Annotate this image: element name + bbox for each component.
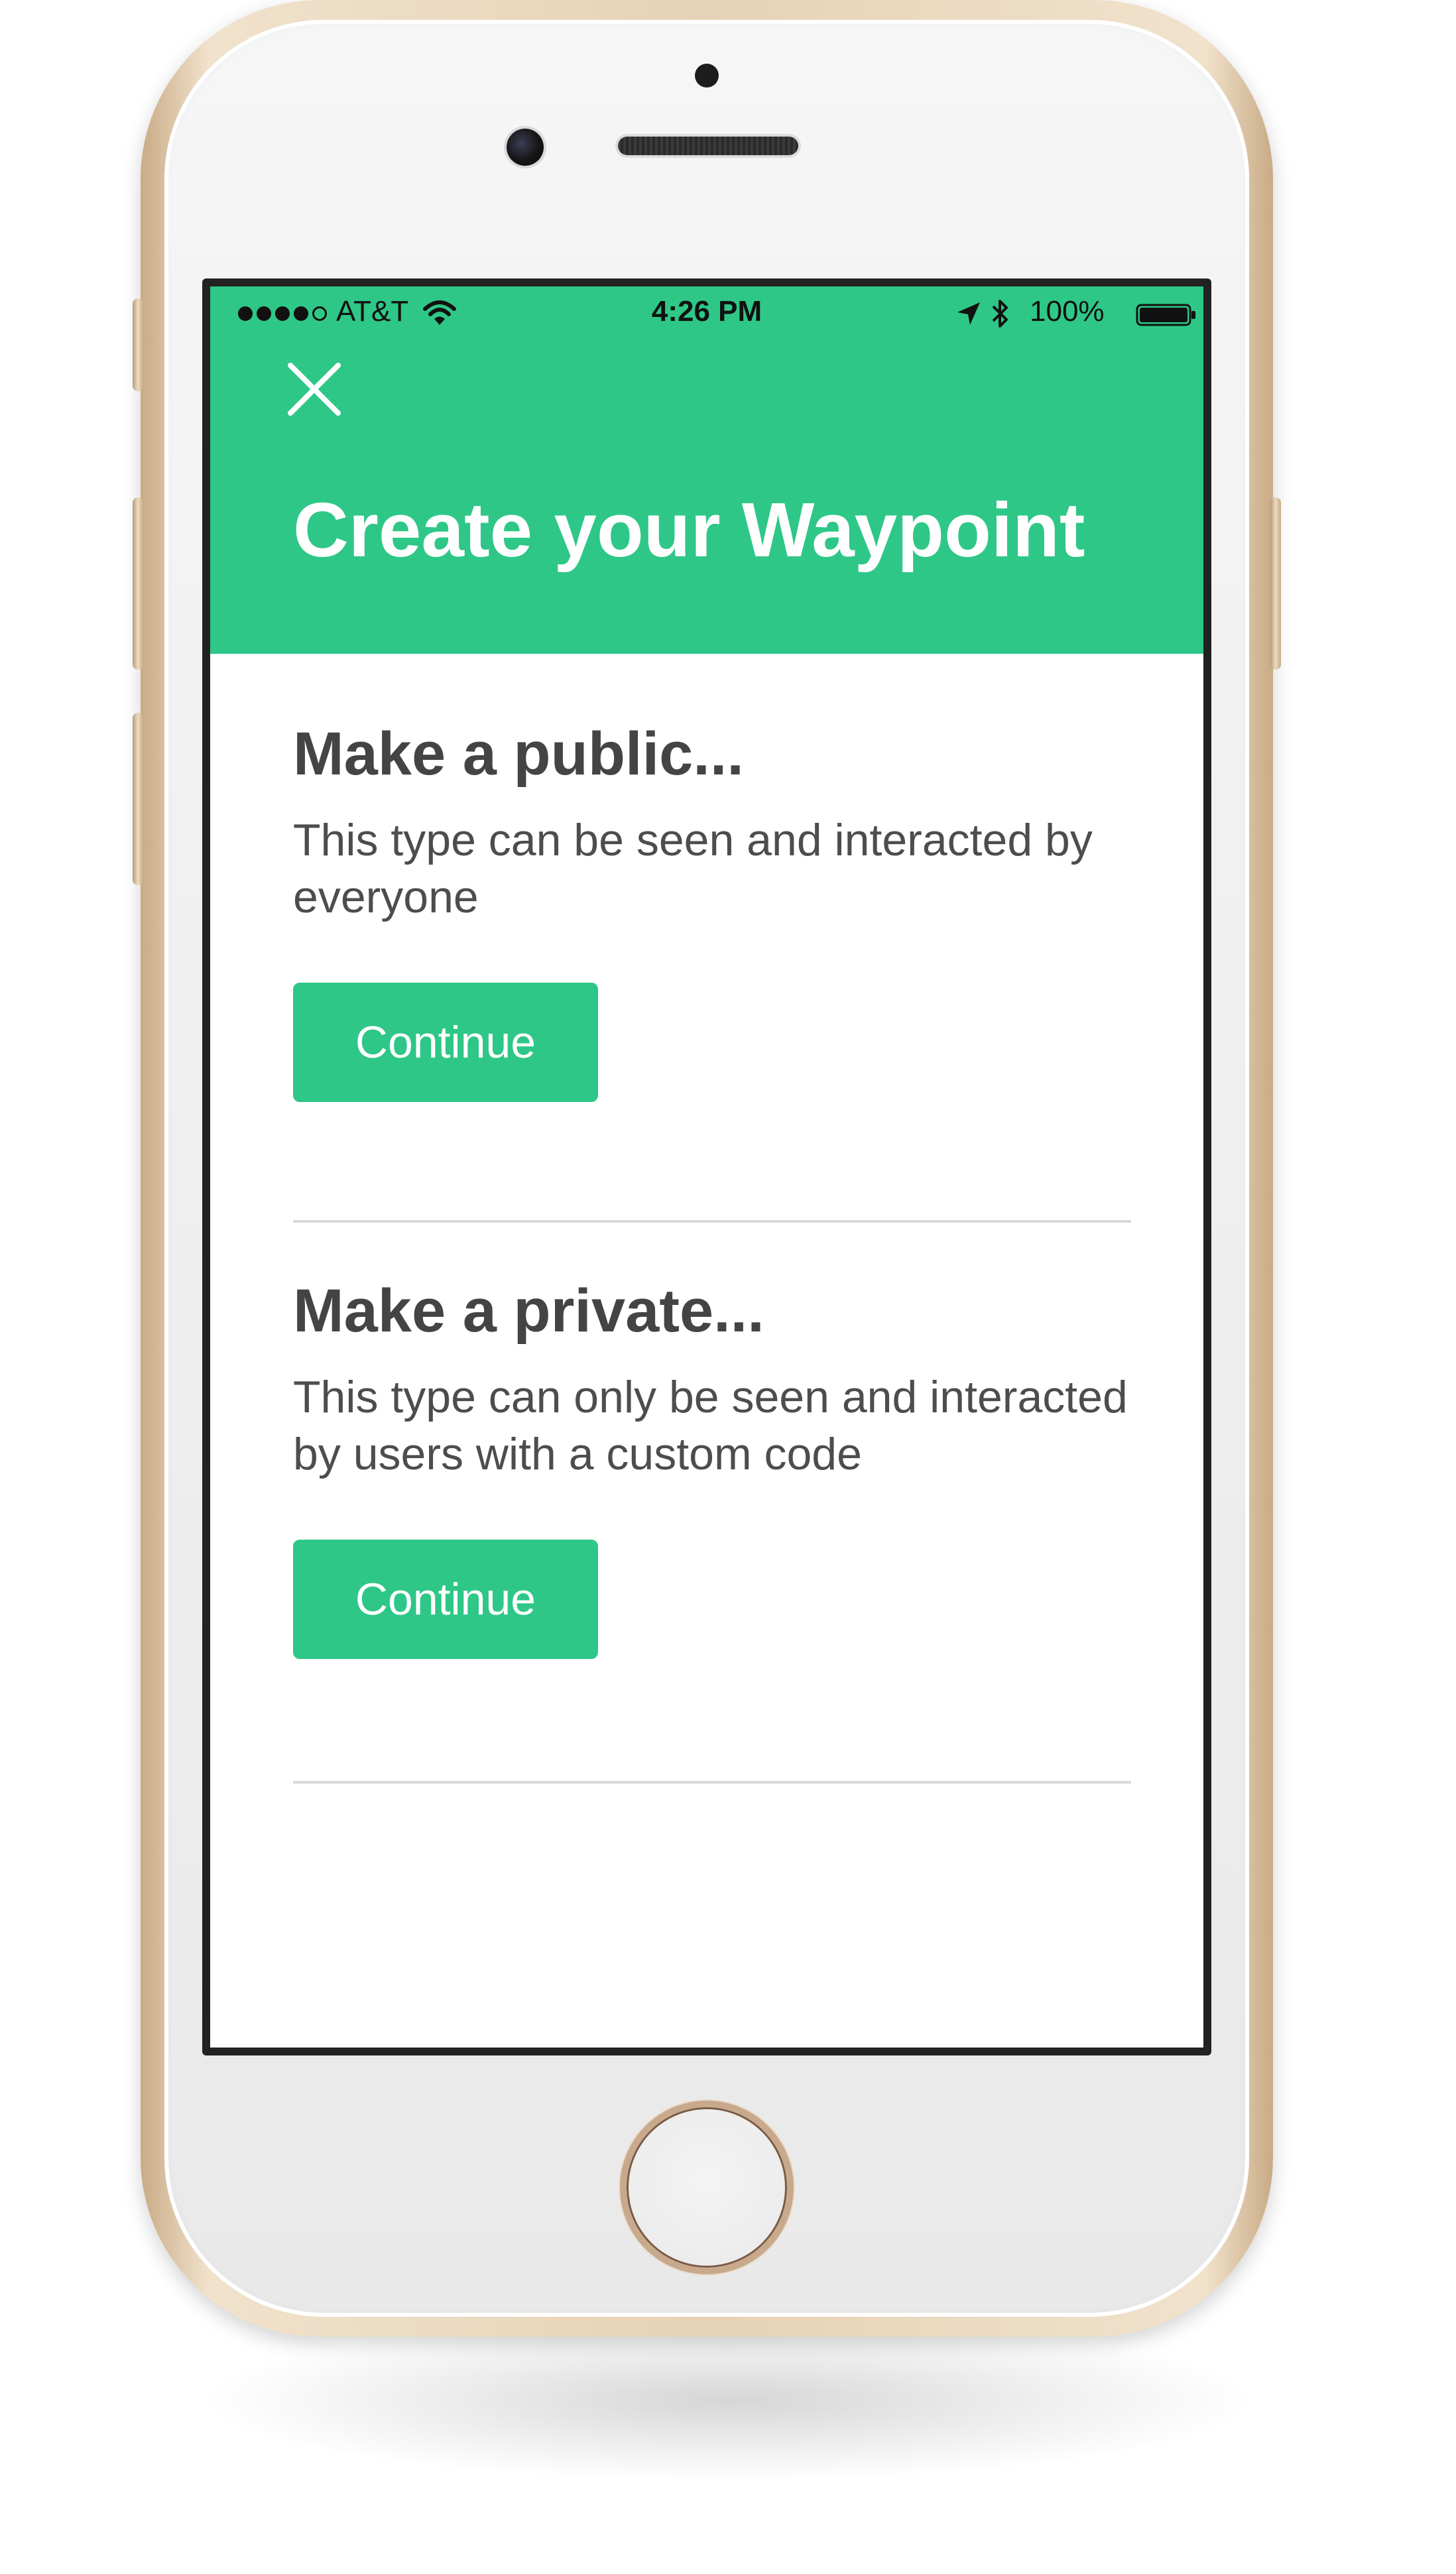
volume-down-button: [133, 713, 143, 885]
phone-shadow: [212, 2321, 1246, 2480]
location-arrow-icon: [957, 302, 980, 325]
battery-icon: [1136, 304, 1195, 326]
app-screen: AT&T 4:26 PM 100% Create your Waypoint M…: [210, 286, 1203, 2048]
section-divider: [293, 1220, 1131, 1223]
phone-screen: AT&T 4:26 PM 100% Create your Waypoint M…: [202, 278, 1211, 2055]
app-header: AT&T 4:26 PM 100% Create your Waypoint: [210, 286, 1203, 654]
private-continue-button[interactable]: Continue: [293, 1540, 598, 1659]
close-icon: [288, 363, 341, 416]
power-button: [1270, 497, 1281, 670]
close-button[interactable]: [284, 359, 344, 419]
volume-up-button: [133, 497, 143, 670]
battery-percentage: 100%: [1030, 295, 1105, 328]
earpiece-speaker: [618, 137, 798, 155]
section-divider: [293, 1781, 1131, 1784]
private-option-title: Make a private...: [293, 1277, 764, 1345]
private-option-description: This type can only be seen and interacte…: [293, 1372, 1128, 1479]
silent-switch: [133, 298, 143, 391]
page-title: Create your Waypoint: [293, 487, 1085, 573]
public-option: Make a public... This type can be seen a…: [293, 717, 1122, 1102]
status-bar: AT&T 4:26 PM 100%: [210, 286, 1203, 337]
public-continue-button[interactable]: Continue: [293, 983, 598, 1102]
proximity-sensor: [695, 64, 719, 88]
private-option: Make a private... This type can only be …: [293, 1274, 1128, 1659]
public-option-title: Make a public...: [293, 720, 744, 788]
home-button[interactable]: [620, 2101, 794, 2274]
public-option-description: This type can be seen and interacted by …: [293, 815, 1093, 922]
front-camera: [507, 129, 544, 166]
bluetooth-icon: [992, 300, 1008, 328]
